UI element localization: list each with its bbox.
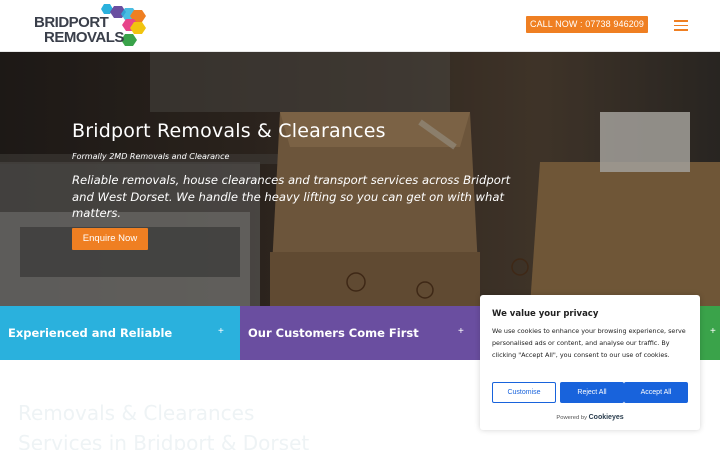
hero-description: Reliable removals, house clearances and … bbox=[72, 173, 511, 220]
customise-button[interactable]: Customise bbox=[492, 382, 556, 403]
tile-experienced-reliable[interactable]: Experienced and Reliable + bbox=[0, 306, 240, 360]
section-heading-line1: Removals & Clearances bbox=[18, 401, 255, 425]
site-header: BRIDPORT REMOVALS CALL NOW : 07738 94620… bbox=[0, 0, 720, 52]
call-now-button[interactable]: CALL NOW : 07738 946209 bbox=[526, 16, 648, 33]
cookie-title: We value your privacy bbox=[492, 309, 599, 319]
tile-customers-first[interactable]: Our Customers Come First + bbox=[240, 306, 480, 360]
tile-label: Experienced and Reliable bbox=[8, 326, 173, 340]
section-heading: Removals & Clearances Services in Bridpo… bbox=[18, 398, 309, 450]
powered-by-label: Powered by bbox=[556, 415, 587, 421]
cookie-description: We use cookies to enhance your browsing … bbox=[492, 327, 686, 359]
accept-all-button[interactable]: Accept All bbox=[624, 382, 688, 403]
enquire-now-button[interactable]: Enquire Now bbox=[72, 228, 148, 250]
reject-all-button[interactable]: Reject All bbox=[560, 382, 624, 403]
hero-title: Bridport Removals & Clearances bbox=[72, 120, 386, 142]
logo-text-line2: REMOVALS bbox=[44, 29, 124, 46]
cookie-consent-banner: We value your privacy We use cookies to … bbox=[480, 295, 700, 430]
hero-subtitle: Formally 2MD Removals and Clearance bbox=[72, 152, 230, 161]
site-logo[interactable]: BRIDPORT REMOVALS bbox=[34, 2, 150, 50]
section-heading-line2: Services in Bridport & Dorset bbox=[18, 431, 310, 450]
plus-icon: + bbox=[710, 326, 716, 337]
plus-icon: + bbox=[458, 326, 464, 337]
cookieyes-logo: Cookieyes bbox=[588, 414, 624, 421]
hero-banner: Bridport Removals & Clearances Formally … bbox=[0, 52, 720, 306]
hamburger-icon[interactable] bbox=[674, 20, 688, 31]
tile-label: Our Customers Come First bbox=[248, 326, 419, 340]
plus-icon: + bbox=[218, 326, 224, 337]
powered-by[interactable]: Powered by Cookieyes bbox=[480, 414, 700, 421]
